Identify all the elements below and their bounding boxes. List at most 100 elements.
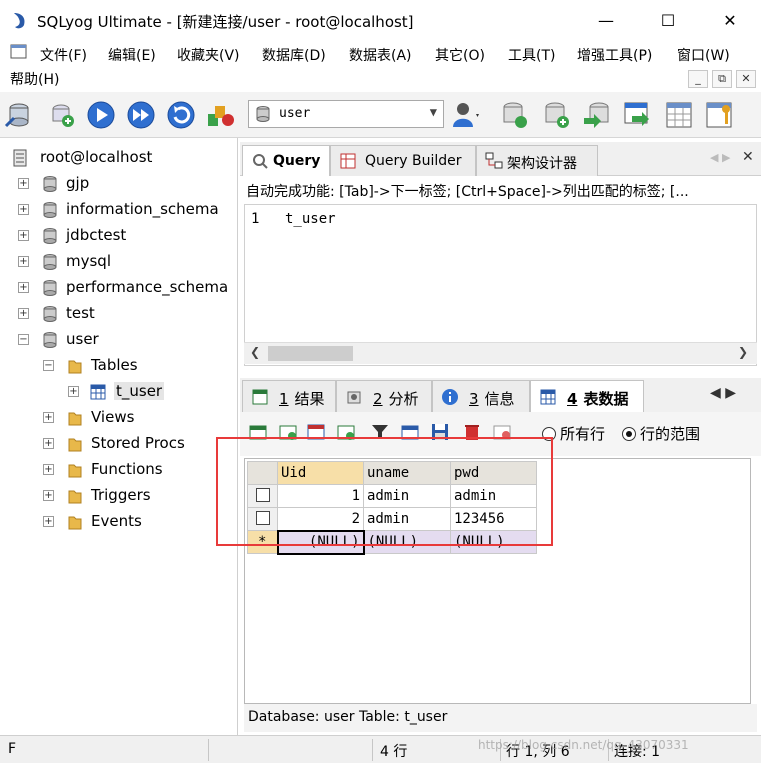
tree-item-label: root@localhost [40, 148, 153, 166]
menu-tools[interactable]: 工具(T) [508, 45, 555, 65]
table-key-icon[interactable] [704, 100, 734, 130]
backup-database-icon[interactable] [500, 100, 530, 130]
expand-icon[interactable]: + [18, 256, 29, 267]
collapse-icon[interactable]: − [18, 334, 29, 345]
tree-item-label: Functions [91, 460, 163, 478]
execute-query-icon[interactable] [86, 100, 116, 130]
close-tab-icon[interactable]: ✕ [742, 149, 754, 165]
result-tab-scroll-icon[interactable]: ◀ ▶ [710, 385, 736, 401]
database-icon [43, 202, 57, 218]
tab-number: 1 [279, 390, 289, 408]
export-table-icon[interactable] [622, 100, 652, 130]
tab-number: 4 [567, 390, 578, 408]
menu-edit[interactable]: 编辑(E) [108, 45, 156, 65]
scroll-right-icon[interactable]: ❯ [738, 345, 748, 359]
database-icon [43, 306, 57, 322]
tree-item-label: jdbctest [66, 226, 127, 244]
tab-scroll-arrows-icon[interactable]: ◀ ▶ [710, 151, 730, 164]
sqlyog-dolphin-icon [14, 13, 25, 29]
import-data-icon[interactable] [582, 100, 612, 130]
grid-status-line: Database: user Table: t_user [244, 704, 757, 732]
collapse-icon[interactable]: − [43, 360, 54, 371]
title-bar: SQLyog Ultimate - [新建连接/user - root@loca… [0, 0, 761, 42]
menu-other[interactable]: 其它(O) [435, 45, 485, 65]
menu-database[interactable]: 数据库(D) [262, 45, 326, 65]
connect-icon[interactable] [48, 100, 78, 130]
expand-icon[interactable]: + [18, 204, 29, 215]
menu-file[interactable]: 文件(F) [40, 45, 87, 65]
radio-label: 行的范围 [640, 425, 701, 443]
folder-icon [68, 464, 82, 478]
tab-profiler[interactable]: 2 分析 [336, 380, 432, 412]
tab-label: 架构设计器 [507, 156, 577, 172]
minimize-button[interactable]: — [583, 6, 629, 36]
tab-info[interactable]: 3 信息 [432, 380, 530, 412]
expand-icon[interactable]: + [18, 230, 29, 241]
mdi-restore-button[interactable]: ⧉ [712, 70, 732, 88]
status-divider [372, 739, 373, 761]
tab-schema-designer[interactable]: 架构设计器 [476, 145, 598, 176]
maximize-button[interactable]: ☐ [645, 6, 691, 36]
info-icon [442, 389, 458, 405]
query-builder-icon [340, 153, 356, 169]
expand-icon[interactable]: + [18, 178, 29, 189]
radio-indicator [622, 427, 636, 441]
tab-result[interactable]: 1 结果 [242, 380, 336, 412]
user-manager-icon[interactable] [450, 100, 480, 130]
database-icon [256, 106, 270, 122]
menu-power-tools[interactable]: 增强工具(P) [577, 45, 652, 65]
schema-sync-icon[interactable] [206, 100, 236, 130]
result-grid-icon [252, 389, 268, 405]
database-icon [43, 254, 57, 270]
tab-query[interactable]: Query [242, 145, 330, 176]
tab-label: Query Builder [365, 153, 462, 169]
profiler-icon [347, 391, 361, 404]
status-divider [208, 739, 209, 761]
tree-item-label: Tables [91, 356, 138, 374]
tree-item-label: Events [91, 512, 142, 530]
expand-icon[interactable]: + [18, 308, 29, 319]
radio-label: 所有行 [560, 425, 606, 443]
radio-row-range[interactable]: 行的范围 [622, 423, 700, 444]
tree-item-label: user [66, 330, 99, 348]
mdi-document-icon[interactable] [10, 44, 28, 60]
expand-icon[interactable]: + [43, 412, 54, 423]
scrollbar-thumb[interactable] [268, 346, 353, 361]
expand-icon[interactable]: + [43, 516, 54, 527]
tab-text: 表数据 [583, 390, 629, 408]
mdi-minimize-button[interactable]: _ [688, 70, 708, 88]
database-selector[interactable]: user ▼ [248, 100, 444, 128]
menu-help[interactable]: 帮助(H) [10, 69, 59, 89]
table-data-icon[interactable] [664, 100, 694, 130]
expand-icon[interactable]: + [18, 282, 29, 293]
editor-text: t_user [285, 211, 336, 227]
tab-query-builder[interactable]: Query Builder [330, 145, 476, 176]
query-icon [253, 154, 268, 169]
refresh-icon[interactable] [166, 100, 196, 130]
expand-icon[interactable]: + [68, 386, 79, 397]
expand-icon[interactable]: + [43, 490, 54, 501]
tab-text: 分析 [388, 390, 419, 408]
menu-window[interactable]: 窗口(W) [677, 45, 730, 65]
main-toolbar: user ▼ [0, 92, 761, 138]
database-selector-value: user [279, 106, 311, 121]
menu-favorites[interactable]: 收藏夹(V) [177, 45, 240, 65]
watermark: https://blog.csdn.net/qq_43070331 [478, 738, 689, 752]
database-icon [43, 228, 57, 244]
line-number: 1 [251, 211, 260, 227]
restore-database-icon[interactable] [542, 100, 572, 130]
execute-all-queries-icon[interactable] [126, 100, 156, 130]
mdi-close-button[interactable]: ✕ [736, 70, 756, 88]
query-tab-strip: Query Query Builder 架构设计器 ◀ ▶ ✕ [240, 142, 761, 176]
menu-table[interactable]: 数据表(A) [349, 45, 412, 65]
scroll-left-icon[interactable]: ❮ [250, 345, 260, 359]
new-connection-icon[interactable] [4, 100, 34, 130]
editor-horizontal-scrollbar[interactable]: ❮ ❯ [244, 342, 757, 364]
expand-icon[interactable]: + [43, 464, 54, 475]
close-button[interactable]: ✕ [707, 6, 753, 36]
expand-icon[interactable]: + [43, 438, 54, 449]
tree-item-label: Triggers [91, 486, 151, 504]
tree-item-label: information_schema [66, 200, 219, 218]
tab-text: 信息 [484, 390, 515, 408]
tab-table-data[interactable]: 4 表数据 [530, 380, 644, 412]
